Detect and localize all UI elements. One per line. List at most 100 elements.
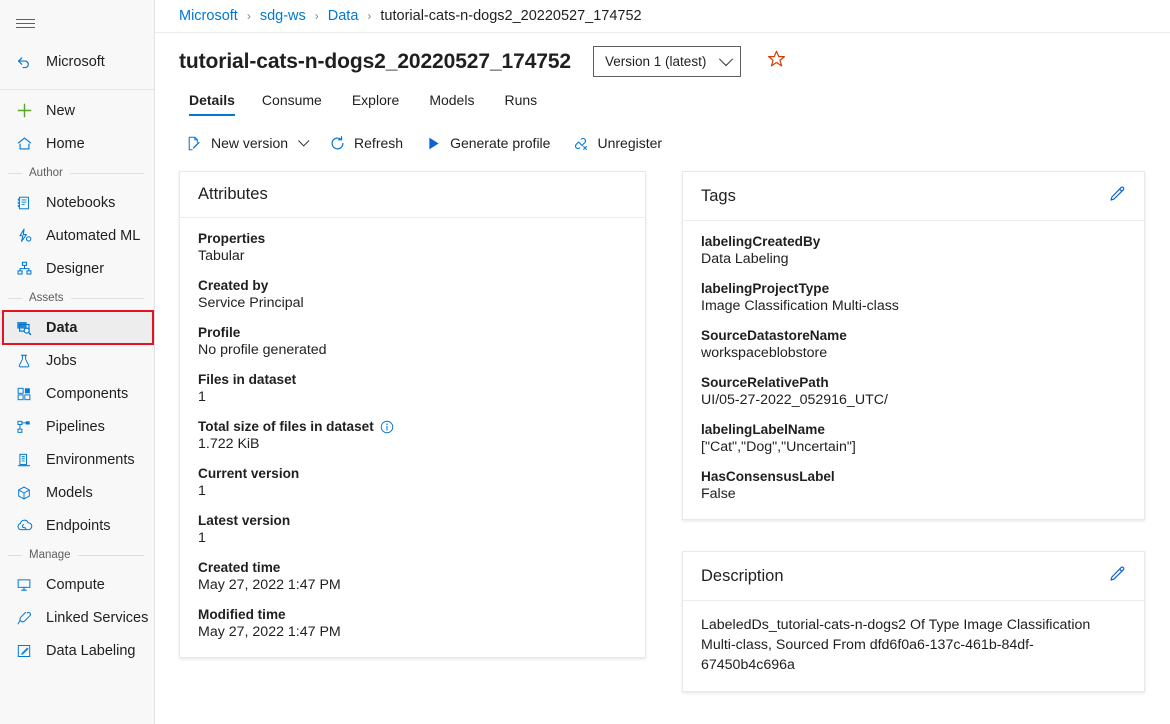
data-labeling-icon: [14, 641, 34, 661]
sidebar-item-environments[interactable]: Environments: [0, 443, 154, 476]
play-icon: [425, 135, 442, 152]
breadcrumb-current: tutorial-cats-n-dogs2_20220527_174752: [380, 8, 641, 24]
sidebar-item-endpoints[interactable]: Endpoints: [0, 509, 154, 542]
attribute-value: 1: [198, 530, 627, 546]
attributes-card-body: Properties Tabular Created by Service Pr…: [180, 218, 645, 657]
unregister-button[interactable]: Unregister: [561, 128, 673, 158]
sidebar-item-new[interactable]: New: [0, 94, 154, 127]
tag-row: HasConsensusLabel False: [701, 469, 1126, 502]
toolbar-label: Unregister: [597, 135, 662, 151]
sidebar-item-label: Linked Services: [46, 610, 148, 626]
sidebar-item-automated-ml[interactable]: Automated ML: [0, 219, 154, 252]
tag-key: labelingProjectType: [701, 281, 1126, 296]
tag-row: SourceRelativePath UI/05-27-2022_052916_…: [701, 375, 1126, 408]
tab-label: Consume: [262, 92, 322, 108]
edit-pencil-icon: [1108, 185, 1126, 208]
attribute-key: Total size of files in dataset: [198, 419, 374, 434]
generate-profile-button[interactable]: Generate profile: [414, 128, 561, 158]
chevron-down-icon: [719, 52, 733, 66]
tab-models[interactable]: Models: [414, 86, 489, 120]
info-icon[interactable]: [380, 419, 395, 434]
tab-runs[interactable]: Runs: [489, 86, 552, 120]
breadcrumb: Microsoft › sdg-ws › Data › tutorial-cat…: [155, 0, 1170, 33]
attributes-card-header: Attributes: [180, 172, 645, 218]
menu-toggle-button[interactable]: [0, 6, 40, 40]
attribute-value: 1: [198, 389, 627, 405]
title-row: tutorial-cats-n-dogs2_20220527_174752 Ve…: [155, 33, 1170, 86]
sidebar-item-designer[interactable]: Designer: [0, 252, 154, 285]
sidebar-section-manage: Manage: [0, 542, 154, 568]
sidebar-section-author: Author: [0, 160, 154, 186]
sidebar-item-notebooks[interactable]: Notebooks: [0, 186, 154, 219]
edit-pencil-icon: [1108, 565, 1126, 588]
description-card-header: Description: [683, 552, 1144, 601]
sidebar-item-home[interactable]: Home: [0, 127, 154, 160]
edit-description-button[interactable]: [1106, 565, 1128, 587]
toolbar: New version Refresh Generate profile U: [155, 120, 1170, 167]
sidebar-item-label: Home: [46, 136, 85, 152]
breadcrumb-item-data[interactable]: Data: [328, 8, 359, 24]
sidebar-item-label: Data Labeling: [46, 643, 136, 659]
attribute-value: May 27, 2022 1:47 PM: [198, 577, 627, 593]
star-icon: [766, 49, 787, 75]
tab-consume[interactable]: Consume: [247, 86, 337, 120]
tag-value: UI/05-27-2022_052916_UTC/: [701, 392, 1126, 408]
sidebar-item-data-labeling[interactable]: Data Labeling: [0, 634, 154, 667]
notebook-icon: [14, 193, 34, 213]
sidebar: Microsoft New Home Author Notebooks: [0, 0, 155, 724]
app-root: Microsoft New Home Author Notebooks: [0, 0, 1170, 724]
sidebar-section-assets: Assets: [0, 285, 154, 311]
attributes-card: Attributes Properties Tabular Created by…: [179, 171, 646, 658]
sidebar-section-label: Manage: [29, 549, 71, 561]
sidebar-item-label: Components: [46, 386, 128, 402]
tag-value: Image Classification Multi-class: [701, 298, 1126, 314]
sidebar-brand-microsoft[interactable]: Microsoft: [0, 44, 154, 80]
chevron-down-icon: [298, 135, 309, 146]
sidebar-item-label: Jobs: [46, 353, 77, 369]
sidebar-item-compute[interactable]: Compute: [0, 568, 154, 601]
sidebar-item-linked-services[interactable]: Linked Services: [0, 601, 154, 634]
tag-row: labelingCreatedBy Data Labeling: [701, 234, 1126, 267]
breadcrumb-item-workspace[interactable]: sdg-ws: [260, 8, 306, 24]
breadcrumb-item-microsoft[interactable]: Microsoft: [179, 8, 238, 24]
tab-details[interactable]: Details: [189, 86, 247, 120]
breadcrumb-separator-icon: ›: [367, 9, 371, 23]
tag-value: ["Cat","Dog","Uncertain"]: [701, 439, 1126, 455]
version-dropdown[interactable]: Version 1 (latest): [593, 46, 741, 77]
attribute-value: 1: [198, 483, 627, 499]
attribute-key: Created by: [198, 278, 627, 293]
sidebar-item-label: Pipelines: [46, 419, 105, 435]
sidebar-item-models[interactable]: Models: [0, 476, 154, 509]
sidebar-item-pipelines[interactable]: Pipelines: [0, 410, 154, 443]
favorite-button[interactable]: [763, 49, 789, 75]
edit-tags-button[interactable]: [1106, 185, 1128, 207]
linked-services-icon: [14, 608, 34, 628]
attribute-row: Latest version 1: [198, 513, 627, 546]
attribute-row: Created time May 27, 2022 1:47 PM: [198, 560, 627, 593]
tab-explore[interactable]: Explore: [337, 86, 414, 120]
automated-ml-icon: [14, 226, 34, 246]
tag-value: Data Labeling: [701, 251, 1126, 267]
sidebar-item-label: Designer: [46, 261, 104, 277]
data-icon: [14, 318, 34, 338]
sidebar-item-label: Automated ML: [46, 228, 140, 244]
sidebar-item-components[interactable]: Components: [0, 377, 154, 410]
attribute-value: Tabular: [198, 248, 627, 264]
attribute-key: Modified time: [198, 607, 627, 622]
sidebar-item-label: Environments: [46, 452, 135, 468]
right-column: Tags labelingCreatedBy Data Labeling: [682, 171, 1145, 724]
sidebar-item-data[interactable]: Data: [0, 311, 154, 344]
refresh-button[interactable]: Refresh: [318, 128, 414, 158]
models-icon: [14, 483, 34, 503]
attributes-title: Attributes: [198, 185, 268, 204]
environments-icon: [14, 450, 34, 470]
tab-label: Models: [429, 92, 474, 108]
sidebar-item-label: Compute: [46, 577, 105, 593]
attribute-key: Created time: [198, 560, 627, 575]
new-version-button[interactable]: New version: [175, 128, 318, 158]
attribute-row: Current version 1: [198, 466, 627, 499]
description-title: Description: [701, 567, 784, 586]
attribute-value: No profile generated: [198, 342, 627, 358]
sidebar-item-jobs[interactable]: Jobs: [0, 344, 154, 377]
tags-card-body: labelingCreatedBy Data Labeling labeling…: [683, 221, 1144, 519]
